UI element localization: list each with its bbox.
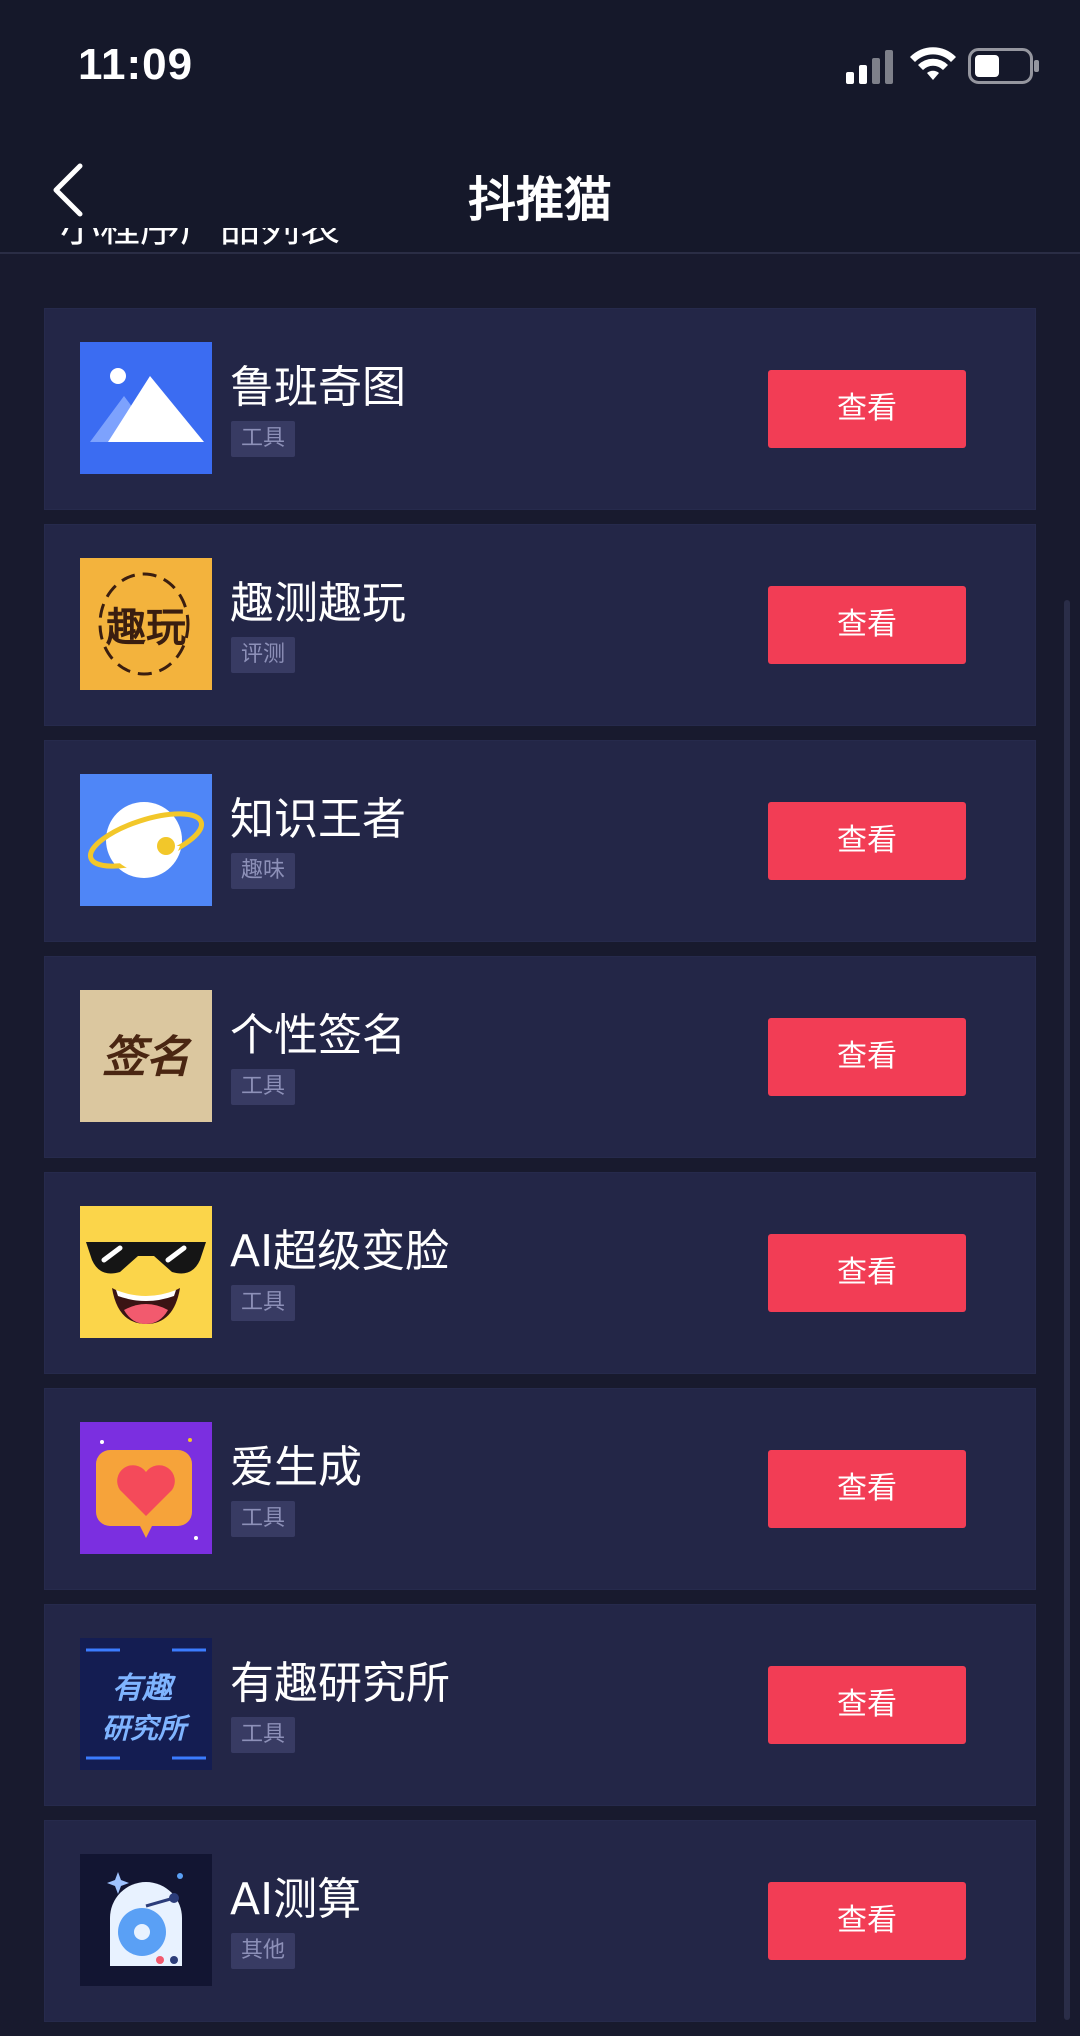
item-name: 个性签名	[230, 1010, 406, 1061]
page-title: 抖推猫	[467, 172, 612, 228]
svg-text:趣玩: 趣玩	[106, 604, 186, 651]
view-button[interactable]: 查看	[768, 1666, 966, 1744]
list-item: AI超级变脸 工具 查看	[44, 1172, 1036, 1374]
item-tag: 工具	[231, 1285, 296, 1321]
section-heading-text: 小程序产品列表	[60, 228, 340, 251]
view-button[interactable]: 查看	[768, 1018, 966, 1096]
item-name: 知识王者	[230, 794, 406, 845]
item-name: 鲁班奇图	[230, 362, 406, 413]
item-name: AI测算	[230, 1874, 362, 1925]
section-heading-partial: 小程序产品列表	[60, 228, 340, 262]
item-tag: 趣味	[231, 853, 296, 889]
view-button[interactable]: 查看	[768, 1450, 966, 1528]
list-item: 鲁班奇图 工具 查看	[44, 308, 1036, 510]
list-item: 趣玩 趣测趣玩 评测 查看	[44, 524, 1036, 726]
view-button[interactable]: 查看	[768, 1882, 966, 1960]
item-tag: 工具	[231, 1717, 296, 1753]
signature-logo-icon: 签名	[80, 990, 212, 1122]
status-bar: 11:09	[0, 0, 1080, 130]
planet-orbit-icon	[80, 774, 212, 906]
sunglasses-face-icon	[80, 1206, 212, 1338]
item-tag: 评测	[231, 637, 296, 673]
list-item: AI测算 其他 查看	[44, 1820, 1036, 2022]
svg-text:有趣: 有趣	[112, 1671, 177, 1706]
status-time: 11:09	[78, 40, 194, 89]
item-tag: 工具	[231, 1069, 296, 1105]
wifi-icon	[910, 47, 956, 80]
quce-quwan-logo-icon: 趣玩	[80, 558, 212, 690]
item-tag: 工具	[231, 1501, 296, 1537]
list-item: 签名 个性签名 工具 查看	[44, 956, 1036, 1158]
scrollbar[interactable]	[1064, 600, 1070, 2020]
cellular-signal-icon	[846, 50, 893, 84]
crystal-disc-icon	[80, 1854, 212, 1986]
item-name: 有趣研究所	[230, 1658, 450, 1709]
svg-text:签名: 签名	[102, 1032, 192, 1083]
list-item: 爱生成 工具 查看	[44, 1388, 1036, 1590]
view-button[interactable]: 查看	[768, 1234, 966, 1312]
item-tag: 其他	[231, 1933, 296, 1969]
item-name: 爱生成	[230, 1442, 362, 1493]
youqu-yanjiusuo-logo-icon: 有趣 研究所	[80, 1638, 212, 1770]
view-button[interactable]: 查看	[768, 802, 966, 880]
view-button[interactable]: 查看	[768, 370, 966, 448]
view-button[interactable]: 查看	[768, 586, 966, 664]
item-tag: 工具	[231, 421, 296, 457]
list-item: 知识王者 趣味 查看	[44, 740, 1036, 942]
battery-icon	[968, 48, 1039, 84]
item-name: AI超级变脸	[230, 1226, 450, 1277]
mountain-image-icon	[80, 342, 212, 474]
list-item: 有趣 研究所 有趣研究所 工具 查看	[44, 1604, 1036, 1806]
mini-program-list: 鲁班奇图 工具 查看 趣玩 趣测趣玩 评测 查看 知识王者 趣味 查看 签名 个…	[44, 308, 1036, 2036]
heart-chat-icon	[80, 1422, 212, 1554]
svg-text:研究所: 研究所	[102, 1712, 191, 1745]
item-name: 趣测趣玩	[230, 578, 406, 629]
